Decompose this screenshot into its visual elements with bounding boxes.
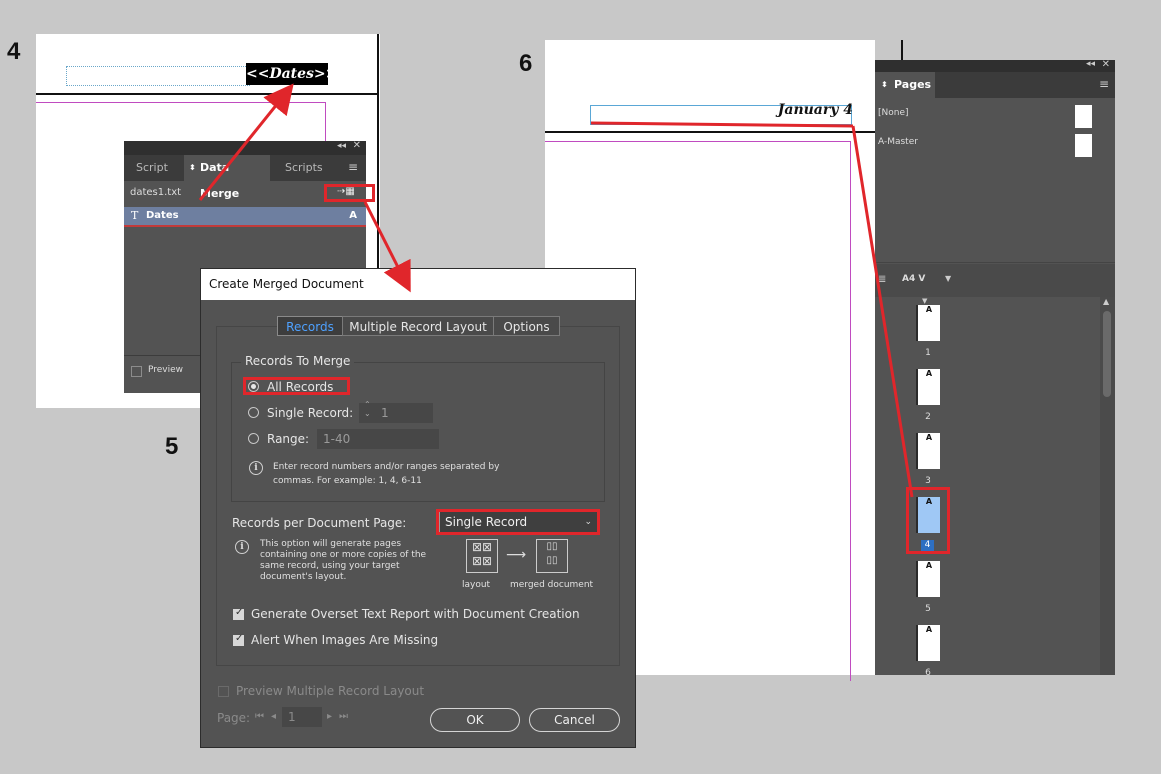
line-date-to-page-4 xyxy=(851,125,914,498)
arrow-merge-button-to-dialog xyxy=(363,201,411,293)
line-merged-date xyxy=(590,121,854,128)
annotation-arrows xyxy=(198,83,914,498)
arrow-field-to-placeholder xyxy=(198,83,294,201)
